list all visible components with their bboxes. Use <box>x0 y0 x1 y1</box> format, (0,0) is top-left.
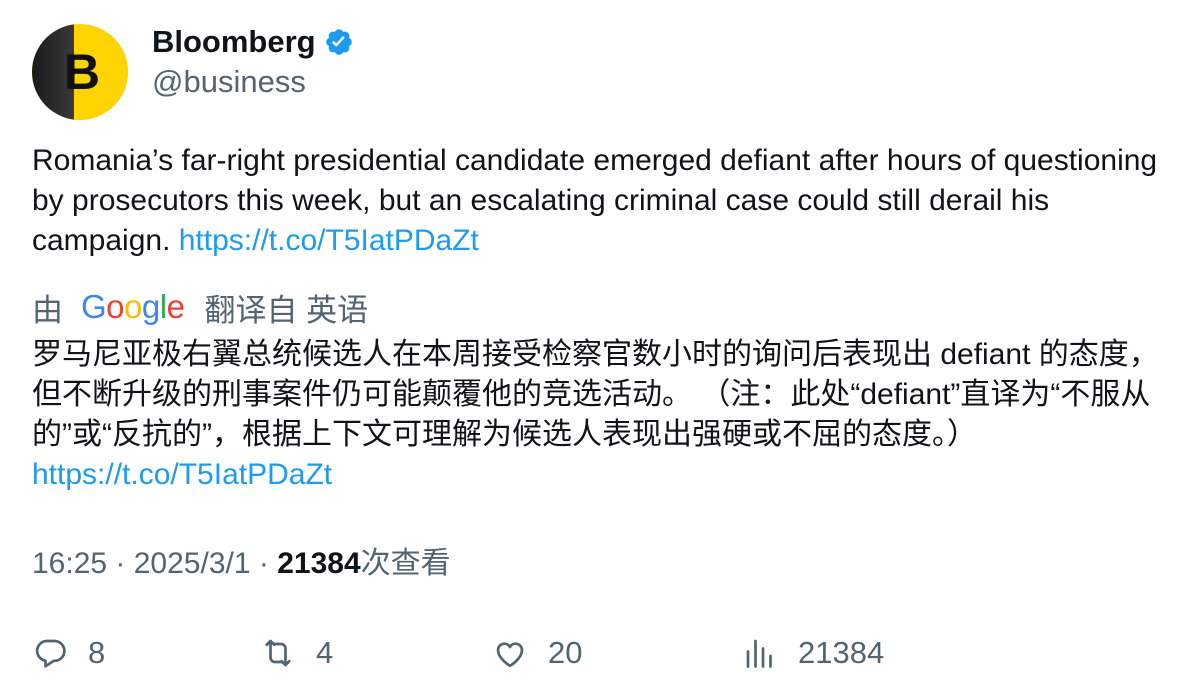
views-button[interactable]: 21384 <box>742 628 884 678</box>
tweet-meta: 16:25 · 2025/3/1 · 21384次查看 <box>32 544 451 584</box>
heart-icon <box>496 642 524 668</box>
avatar-letter: B <box>63 44 101 100</box>
author-handle[interactable]: @business <box>152 64 306 100</box>
tweet-time[interactable]: 16:25 <box>32 547 107 580</box>
reply-button[interactable]: 8 <box>32 628 105 678</box>
translated-body: 罗马尼亚极右翼总统候选人在本周接受检察官数小时的询问后表现出 defiant 的… <box>32 338 1159 451</box>
google-logo: Google <box>81 288 185 325</box>
reply-icon <box>35 639 66 668</box>
translation-attribution: 由 Google 翻译自 英语 <box>32 286 368 328</box>
like-count: 20 <box>548 635 583 670</box>
like-button[interactable]: 20 <box>492 628 582 678</box>
action-bar: 8 4 20 21384 <box>0 628 1196 678</box>
tweet-text: Romania’s far-right presidential candida… <box>32 141 1172 261</box>
reply-count: 8 <box>88 635 106 670</box>
translated-link[interactable]: https://t.co/T5IatPDaZt <box>32 458 332 491</box>
meta-separator: · <box>250 547 278 580</box>
translated-from-label: 翻译自 英语 <box>204 292 369 328</box>
views-action-count: 21384 <box>798 635 885 670</box>
translated-text: 罗马尼亚极右翼总统候选人在本周接受检察官数小时的询问后表现出 defiant 的… <box>32 335 1172 495</box>
verified-badge-icon[interactable] <box>324 27 354 57</box>
tweet-link[interactable]: https://t.co/T5IatPDaZt <box>179 224 479 257</box>
retweet-count: 4 <box>316 635 334 670</box>
analytics-icon <box>746 639 772 668</box>
retweet-icon <box>265 639 291 667</box>
views-count: 21384 <box>277 547 361 580</box>
meta-separator: · <box>107 547 134 580</box>
retweet-button[interactable]: 4 <box>260 628 333 678</box>
tweet-date[interactable]: 2025/3/1 <box>134 547 251 580</box>
views-label: 次查看 <box>360 547 451 580</box>
avatar[interactable]: B <box>32 24 128 120</box>
translated-by-label: 由 <box>32 292 63 328</box>
author-name-row: Bloomberg <box>152 22 354 62</box>
author-display-name[interactable]: Bloomberg <box>152 24 316 60</box>
